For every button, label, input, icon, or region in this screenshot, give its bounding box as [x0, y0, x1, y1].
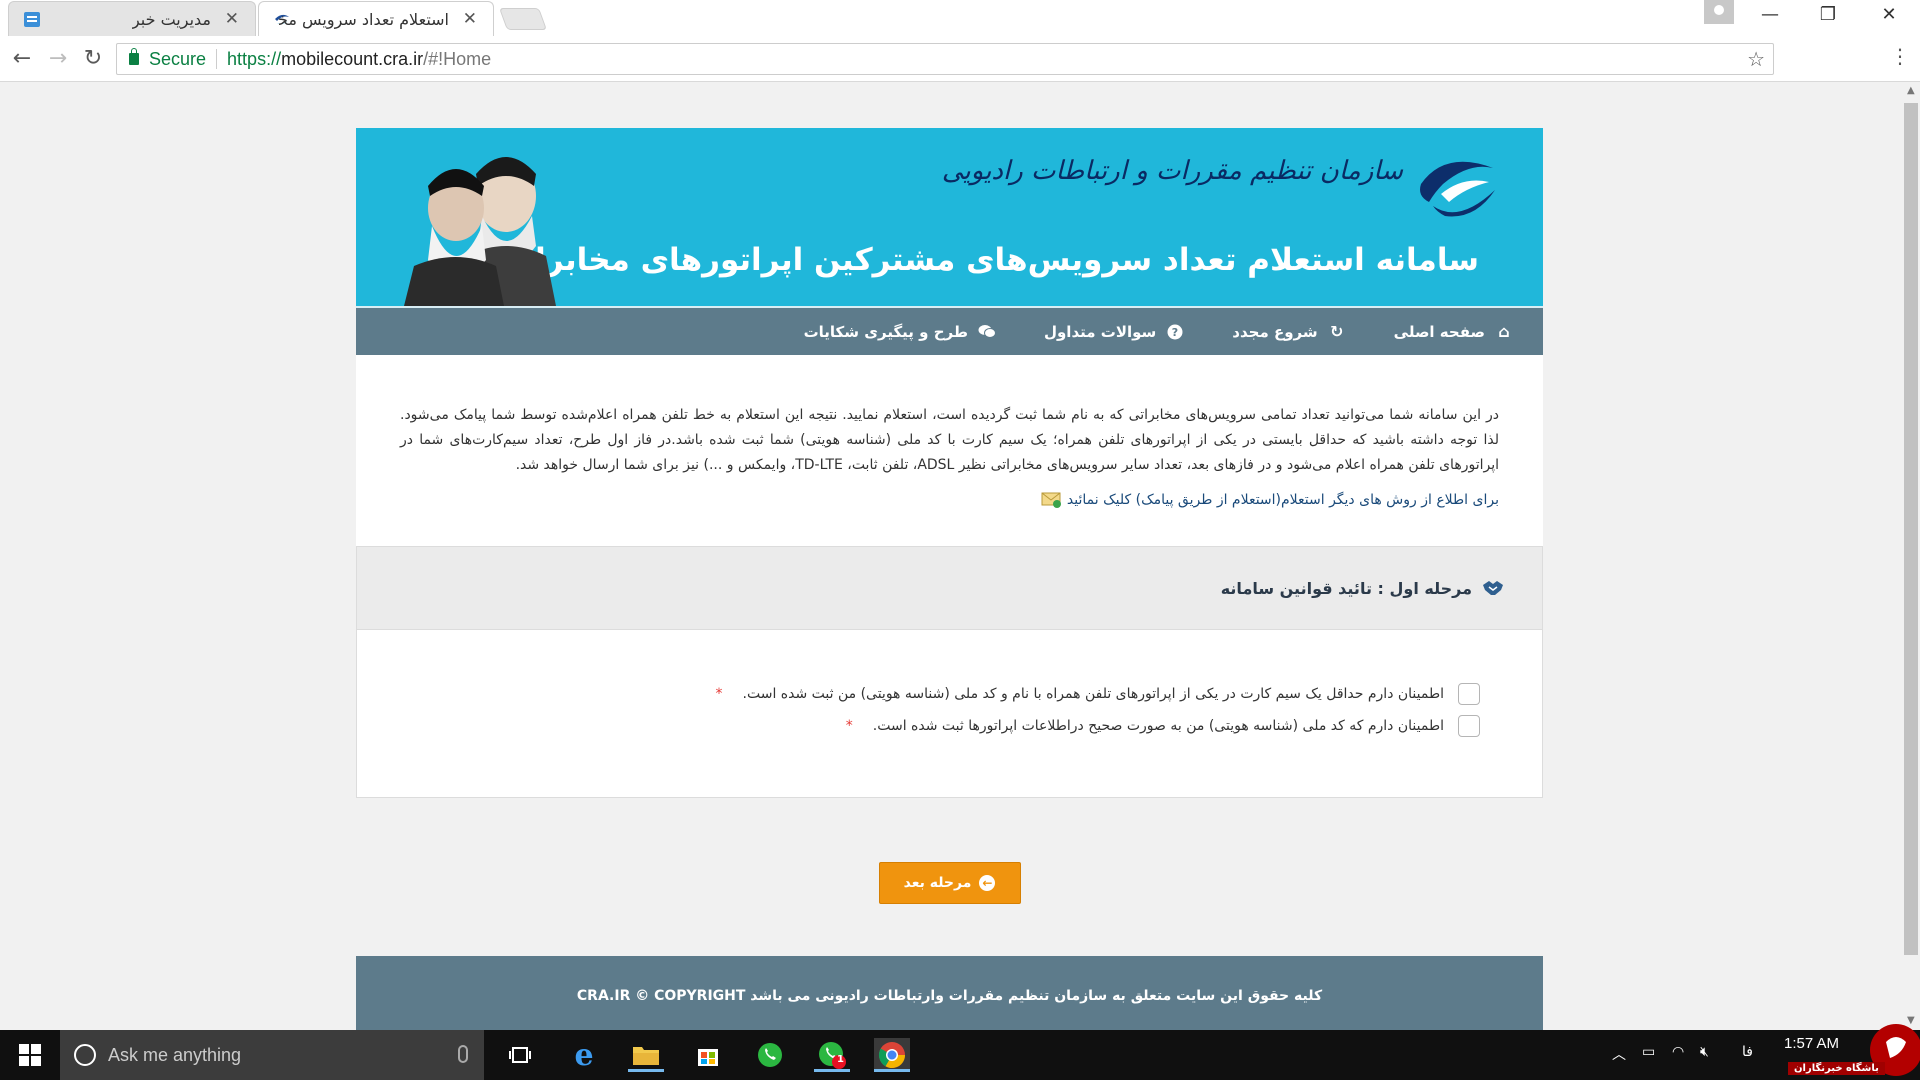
- store-icon[interactable]: [690, 1038, 726, 1072]
- watermark-text: باشگاه خبرنگاران: [1788, 1062, 1885, 1075]
- nav-label: طرح و پیگیری شکایات: [803, 322, 968, 341]
- url-scheme: https://: [227, 48, 282, 69]
- forward-arrow-icon[interactable]: →: [44, 46, 72, 71]
- tab-service-inquiry[interactable]: استعلام تعداد سرویس مخا ✕: [258, 1, 494, 36]
- required-asterisk: *: [715, 686, 723, 702]
- back-arrow-icon[interactable]: ←: [8, 46, 36, 71]
- url-path: /#!Home: [423, 48, 492, 69]
- terms-check-row: اطمینان دارم که کد ملی (شناسه هویتی) من …: [357, 710, 1480, 742]
- arrow-left-circle-icon: ←: [979, 875, 996, 891]
- cortana-icon: [74, 1044, 96, 1066]
- required-asterisk: *: [845, 718, 853, 734]
- restore-icon[interactable]: ❐: [1805, 4, 1851, 25]
- input-language[interactable]: فا: [1742, 1044, 1753, 1060]
- whatsapp-notification-icon[interactable]: 1: [814, 1038, 850, 1072]
- terms-check-row: اطمینان دارم حداقل یک سیم کارت در یکی از…: [357, 678, 1480, 710]
- scroll-up-icon[interactable]: ▲: [1907, 85, 1915, 96]
- page-viewport: سازمان تنظیم مقررات و ارتباطات رادیویی س…: [0, 83, 1902, 1030]
- comments-icon: [978, 323, 996, 341]
- notepad-favicon-icon: [24, 12, 40, 27]
- button-area: ← مرحله بعد: [356, 798, 1543, 956]
- sms-inquiry-link[interactable]: برای اطلاع از روش های دیگر استعلام(استعل…: [400, 492, 1499, 508]
- svg-text:?: ?: [1172, 326, 1178, 339]
- windows-start-icon[interactable]: [0, 1030, 60, 1080]
- new-tab-button[interactable]: [498, 8, 548, 30]
- nav-label: سوالات متداول: [1043, 322, 1157, 341]
- lock-icon: [129, 48, 139, 65]
- tab-title: مدیریت خبر: [131, 9, 211, 29]
- bookmark-star-icon[interactable]: ☆: [1747, 47, 1765, 72]
- close-window-icon[interactable]: ✕: [1866, 4, 1912, 25]
- url-host: mobilecount.cra.ir: [281, 48, 424, 69]
- home-icon: ⌂: [1498, 322, 1510, 341]
- nav-item-faq[interactable]: ? سوالات متداول: [1044, 323, 1184, 341]
- site-header-banner: سازمان تنظیم مقررات و ارتباطات رادیویی س…: [356, 128, 1543, 308]
- minimize-icon[interactable]: —: [1747, 4, 1793, 25]
- step-one-panel: مرحله اول : تائید قوانین سامانه اطمینان …: [356, 546, 1543, 798]
- reload-icon[interactable]: ↻: [79, 46, 107, 71]
- system-title: سامانه استعلام تعداد سرویس‌های مشترکین ا…: [492, 242, 1479, 278]
- notification-badge: 1: [837, 1054, 844, 1065]
- tab-news-management[interactable]: مدیریت خبر ✕: [8, 1, 256, 36]
- refresh-icon: ↻: [1329, 322, 1344, 341]
- intro-paragraph: در این سامانه شما می‌توانید تعداد تمامی …: [400, 407, 1499, 473]
- active-indicator: [628, 1069, 664, 1072]
- whatsapp-icon[interactable]: [752, 1038, 788, 1072]
- edge-browser-icon[interactable]: e: [566, 1038, 602, 1073]
- nav-label: صفحه اصلی: [1393, 322, 1485, 341]
- checkbox-label: اطمینان دارم حداقل یک سیم کارت در یکی از…: [742, 686, 1444, 702]
- step-one-title: مرحله اول : تائید قوانین سامانه: [1220, 578, 1472, 598]
- question-circle-icon: ?: [1166, 323, 1184, 341]
- active-indicator: [814, 1069, 850, 1072]
- chrome-menu-icon[interactable]: ⋮: [1890, 44, 1910, 68]
- active-indicator: [874, 1069, 910, 1072]
- omnibox-separator: [216, 49, 218, 69]
- next-step-label: مرحله بعد: [903, 875, 972, 891]
- leaders-portrait-image: [404, 157, 556, 306]
- secure-label: Secure: [149, 48, 207, 69]
- copyright-text: کلیه حقوق این سایت متعلق به سازمان تنظیم…: [576, 988, 1323, 1004]
- address-bar[interactable]: Secure https:// mobilecount.cra.ir /#!Ho…: [116, 43, 1774, 75]
- nav-label: شروع مجدد: [1232, 322, 1318, 341]
- step-one-body: اطمینان دارم حداقل یک سیم کارت در یکی از…: [357, 630, 1542, 797]
- browser-tab-strip: مدیریت خبر ✕ استعلام تعداد سرویس مخا ✕ —…: [0, 0, 1920, 36]
- cra-logo-icon: [1420, 161, 1495, 217]
- microphone-icon[interactable]: [458, 1045, 468, 1063]
- browser-toolbar: ← → ↻ Secure https:// mobilecount.cra.ir…: [0, 36, 1920, 82]
- intro-section: در این سامانه شما می‌توانید تعداد تمامی …: [356, 355, 1543, 546]
- next-step-button[interactable]: ← مرحله بعد: [878, 862, 1021, 904]
- tab-close-icon[interactable]: ✕: [463, 9, 477, 29]
- tab-title: استعلام تعداد سرویس مخا: [279, 9, 449, 29]
- nav-item-complaints[interactable]: طرح و پیگیری شکایات: [804, 323, 996, 341]
- main-navbar: ⌂ صفحه اصلی ↻ شروع مجدد ? سوالات متداول …: [356, 308, 1543, 355]
- file-explorer-icon[interactable]: [628, 1038, 664, 1072]
- checkbox-label: اطمینان دارم که کد ملی (شناسه هویتی) من …: [872, 718, 1444, 734]
- battery-icon[interactable]: ▭: [1642, 1044, 1655, 1060]
- windows-taskbar: Ask me anything e 1 ︿ ▭ ◠ 🔇︎ فا 1:57 AM: [0, 1030, 1920, 1080]
- site-container: سازمان تنظیم مقررات و ارتباطات رادیویی س…: [356, 128, 1543, 1030]
- wifi-icon[interactable]: ◠: [1672, 1044, 1684, 1060]
- profile-icon[interactable]: [1704, 0, 1734, 24]
- sms-link-text: برای اطلاع از روش های دیگر استعلام(استعل…: [1066, 492, 1499, 508]
- tray-chevron-icon[interactable]: ︿: [1612, 1044, 1626, 1064]
- search-placeholder: Ask me anything: [108, 1044, 242, 1065]
- chrome-icon[interactable]: [874, 1038, 910, 1072]
- cortana-search-box[interactable]: Ask me anything: [60, 1030, 484, 1080]
- sim-registered-checkbox[interactable]: [1458, 683, 1480, 705]
- nav-item-restart[interactable]: ↻ شروع مجدد: [1232, 322, 1345, 341]
- tab-close-icon[interactable]: ✕: [225, 9, 239, 29]
- site-footer: کلیه حقوق این سایت متعلق به سازمان تنظیم…: [356, 956, 1543, 1030]
- scroll-thumb[interactable]: [1904, 103, 1918, 955]
- nav-item-home[interactable]: ⌂ صفحه اصلی: [1393, 322, 1513, 341]
- page-scrollbar[interactable]: ▲ ▼: [1902, 83, 1920, 1030]
- handshake-icon: [1483, 581, 1503, 595]
- volume-muted-icon[interactable]: 🔇︎: [1700, 1044, 1709, 1060]
- national-id-checkbox[interactable]: [1458, 715, 1480, 737]
- step-one-header: مرحله اول : تائید قوانین سامانه: [357, 547, 1542, 630]
- envelope-icon: [1041, 492, 1061, 508]
- task-view-icon[interactable]: [502, 1038, 538, 1072]
- org-name: سازمان تنظیم مقررات و ارتباطات رادیویی: [941, 156, 1403, 186]
